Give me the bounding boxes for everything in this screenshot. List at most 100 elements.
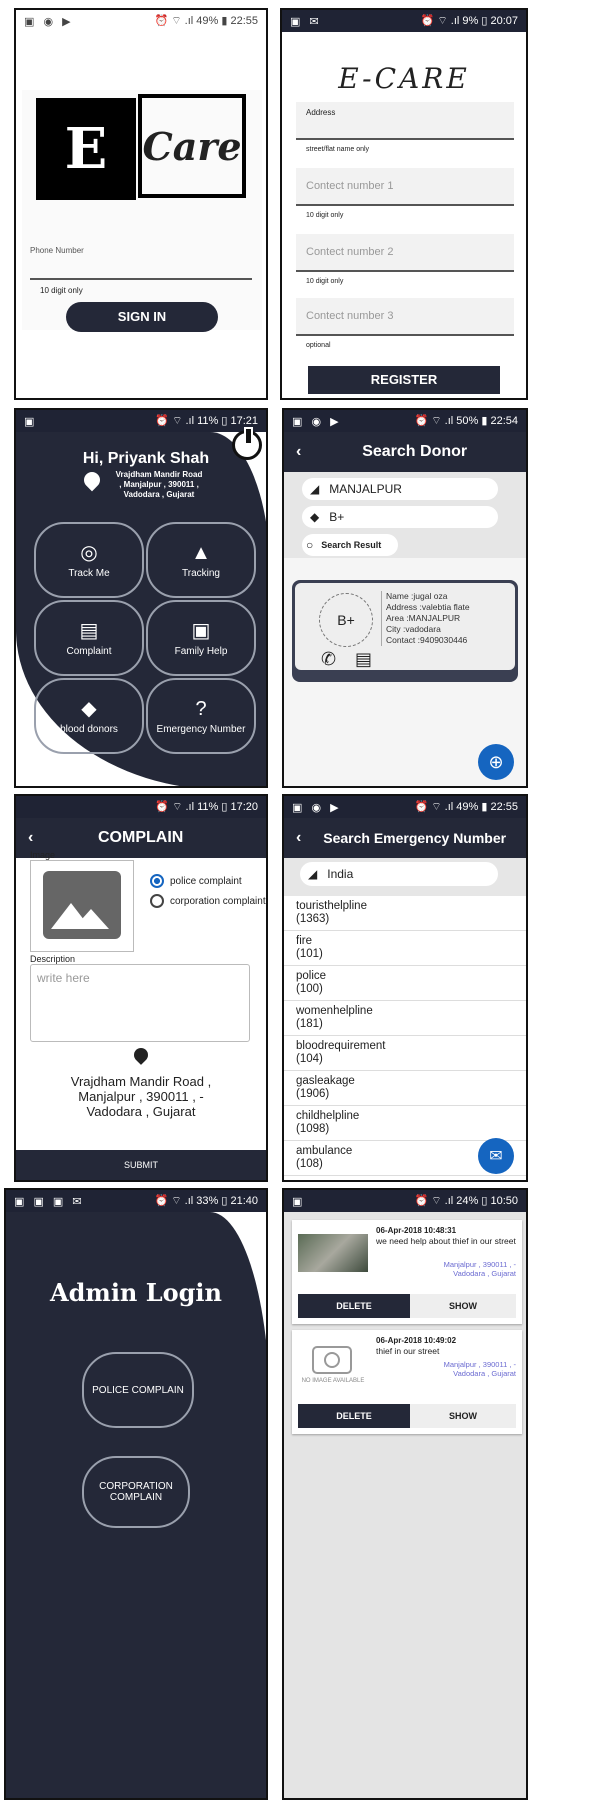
home-address: Vrajdham Mandir Road , Manjalpur , 39001… xyxy=(115,470,203,499)
status-bar: ▣ ⏰ ⌔ .ıl 24% ▯ 10:50 xyxy=(284,1190,526,1212)
complaint-photo xyxy=(298,1234,368,1272)
emergency-list-item[interactable]: womenhelpline (181) xyxy=(284,1001,526,1036)
emergency-list-item[interactable]: police (100) xyxy=(284,966,526,1001)
complaint-date: 06-Apr-2018 10:48:31 xyxy=(376,1226,457,1235)
service-number: (101) xyxy=(296,948,323,960)
police-complain-button[interactable]: POLICE COMPLAIN xyxy=(82,1352,194,1428)
track-me-button[interactable]: ◎ Track Me xyxy=(34,522,144,598)
blood-group-badge: B+ xyxy=(319,593,373,647)
emergency-list-item[interactable]: childhelpline (1098) xyxy=(284,1106,526,1141)
service-number: (104) xyxy=(296,1053,323,1065)
register-screen: ▣ ✉ ⏰ ⌔ .ıl 9% ▯ 20:07 E-CARE Address st… xyxy=(280,8,528,400)
phone-field[interactable]: Phone Number xyxy=(30,240,252,280)
screen-title: Search Emergency Number xyxy=(323,830,507,846)
emergency-list: touristhelpline (1363) fire (101) police (100… xyxy=(284,896,526,1176)
blood-donors-button[interactable]: ◆ blood donors xyxy=(34,678,144,754)
status-bar: ▣ ◉ ▶ ⏰ ⌔ .ıl 49% ▮ 22:55 xyxy=(284,796,526,818)
service-number: (100) xyxy=(296,983,323,995)
blood-drop-icon: ◆ xyxy=(310,510,320,524)
back-icon[interactable]: ‹ xyxy=(296,829,301,847)
register-button[interactable]: REGISTER xyxy=(308,366,500,394)
area-field[interactable]: ◢ MANJALPUR xyxy=(302,478,498,500)
description-label: Description xyxy=(30,954,76,964)
image-picker[interactable] xyxy=(30,860,134,952)
power-icon[interactable] xyxy=(232,427,262,460)
clipboard-icon[interactable]: ▤ xyxy=(355,649,372,670)
service-number: (1363) xyxy=(296,913,330,925)
service-name: gasleakage xyxy=(296,1075,355,1087)
police-complaint-radio[interactable]: police complaint xyxy=(150,874,242,888)
tracking-button[interactable]: ▲ Tracking xyxy=(146,522,256,598)
service-number: (181) xyxy=(296,1018,323,1030)
greeting: Hi, Priyank Shah xyxy=(82,450,210,467)
donor-address: Address :valebtia flate xyxy=(386,602,470,612)
screen-title: COMPLAIN xyxy=(98,829,184,846)
navigation-icon: ◢ xyxy=(310,482,320,496)
complaint-text: thief in our street xyxy=(376,1346,440,1356)
complaint-list-screen: ▣ ⏰ ⌔ .ıl 24% ▯ 10:50 06-Apr-2018 10:48:… xyxy=(282,1188,528,1800)
contact-card-icon: ▣ xyxy=(191,619,211,642)
corporation-complaint-radio[interactable]: corporation complaint xyxy=(150,894,266,908)
status-bar: ▣ ✉ ⏰ ⌔ .ıl 9% ▯ 20:07 xyxy=(282,10,526,32)
location-pin-icon xyxy=(131,1045,151,1065)
submit-button[interactable]: SUBMIT xyxy=(16,1150,266,1180)
service-name: childhelpline xyxy=(296,1110,360,1122)
service-name: bloodrequirement xyxy=(296,1040,386,1052)
blood-group-field[interactable]: ◆ B+ xyxy=(302,506,498,528)
status-bar: ▣ ◉ ▶ ⏰ ⌔ .ıl 50% ▮ 22:54 xyxy=(284,410,526,432)
show-button[interactable]: SHOW xyxy=(410,1404,516,1428)
delete-button[interactable]: DELETE xyxy=(298,1404,410,1428)
message-icon: ▤ xyxy=(79,619,99,642)
donor-area: Area :MANJALPUR xyxy=(386,613,461,623)
message-fab[interactable]: ✉ xyxy=(478,1138,514,1174)
home-screen: ▣ ⏰ ⌔ .ıl 11% ▯ 17:21 Hi, Priyank Shah V… xyxy=(14,408,268,788)
admin-login-screen: ▣ ▣ ▣ ✉ ⏰ ⌔ .ıl 33% ▯ 21:40 Admin Login … xyxy=(4,1188,268,1800)
address-hint: street/flat name only xyxy=(306,146,370,153)
delete-button[interactable]: DELETE xyxy=(298,1294,410,1318)
status-bar: ▣ ◉ ▶ ⏰ ⌔ .ıl 49% ▮ 22:55 xyxy=(16,10,266,32)
complain-screen: ⏰ ⌔ .ıl 11% ▯ 17:20 ‹ COMPLAIN Image pol… xyxy=(14,794,268,1182)
emergency-number-button[interactable]: ? Emergency Number xyxy=(146,678,256,754)
complaint-button[interactable]: ▤ Complaint xyxy=(34,600,144,676)
back-icon[interactable]: ‹ xyxy=(28,829,33,847)
donor-name: Name :jugal oza xyxy=(386,591,448,601)
status-bar: ▣ ▣ ▣ ✉ ⏰ ⌔ .ıl 33% ▯ 21:40 xyxy=(6,1190,266,1212)
donor-card[interactable]: B+ Name :jugal oza Address :valebtia fla… xyxy=(292,580,518,682)
show-button[interactable]: SHOW xyxy=(410,1294,516,1318)
emergency-number-screen: ▣ ◉ ▶ ⏰ ⌔ .ıl 49% ▮ 22:55 ‹ Search Emerg… xyxy=(282,794,528,1182)
back-icon[interactable]: ‹ xyxy=(296,443,301,461)
emergency-list-item[interactable]: touristhelpline (1363) xyxy=(284,896,526,931)
address-field[interactable]: Address xyxy=(296,102,514,140)
blood-drop-icon: ◆ xyxy=(81,697,97,720)
contact1-field[interactable]: Contect number 1 xyxy=(296,168,514,206)
corporation-complain-button[interactable]: CORPORATION COMPLAIN xyxy=(82,1456,190,1528)
signin-button[interactable]: SIGN IN xyxy=(66,302,218,332)
search-result-button[interactable]: ○ Search Result xyxy=(302,534,398,556)
family-help-button[interactable]: ▣ Family Help xyxy=(146,600,256,676)
search-donor-screen: ▣ ◉ ▶ ⏰ ⌔ .ıl 50% ▮ 22:54 ‹ Search Donor… xyxy=(282,408,528,788)
contact2-field[interactable]: Contect number 2 xyxy=(296,234,514,272)
contact3-field[interactable]: Contect number 3 xyxy=(296,298,514,336)
emergency-list-item[interactable]: fire (101) xyxy=(284,931,526,966)
camera-icon: NO IMAGE AVAILABLE xyxy=(298,1340,368,1396)
navigation-icon: ◢ xyxy=(308,867,318,881)
add-fab[interactable]: ⊕ xyxy=(478,744,514,780)
emergency-list-item[interactable]: bloodrequirement (104) xyxy=(284,1036,526,1071)
complaint-card: 06-Apr-2018 10:48:31 we need help about … xyxy=(292,1220,522,1324)
country-field[interactable]: ◢ India xyxy=(300,862,498,886)
service-name: touristhelpline xyxy=(296,900,367,912)
phone-hint: 10 digit only xyxy=(40,286,83,295)
service-number: (1098) xyxy=(296,1123,330,1135)
contact1-hint: 10 digit only xyxy=(306,212,344,219)
emergency-list-item[interactable]: gasleakage (1906) xyxy=(284,1071,526,1106)
complaint-date: 06-Apr-2018 10:49:02 xyxy=(376,1336,457,1345)
complaint-card: NO IMAGE AVAILABLE 06-Apr-2018 10:49:02 … xyxy=(292,1330,522,1434)
screen-title: Search Donor xyxy=(362,443,468,460)
call-forward-icon[interactable]: ✆ xyxy=(321,649,336,670)
complaint-text: we need help about thief in our street xyxy=(376,1236,516,1246)
complaint-location: Manjalpur , 390011 , - Vadodara , Gujara… xyxy=(443,1360,516,1378)
service-name: fire xyxy=(296,935,312,947)
contact3-hint: optional xyxy=(306,342,331,349)
complaint-address: Vrajdham Mandir Road , Manjalpur , 39001… xyxy=(70,1074,212,1119)
description-input[interactable]: write here xyxy=(30,964,250,1042)
